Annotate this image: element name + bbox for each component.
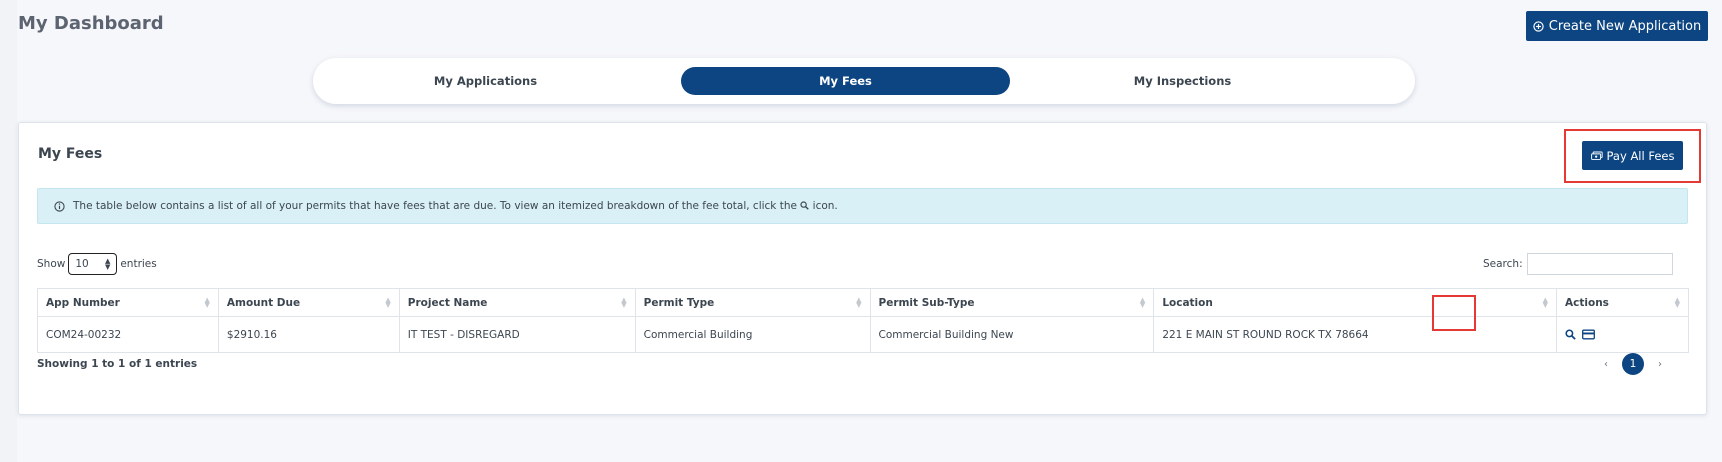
tab-my-fees[interactable]: My Fees [681, 67, 1010, 95]
sort-icon: ▲ ▼ [621, 296, 627, 309]
dashboard-tabs: My Applications My Fees My Inspections [313, 58, 1415, 104]
pay-all-fees-button[interactable]: Pay All Fees [1582, 141, 1683, 170]
create-button-label: Create New Application [1548, 18, 1702, 34]
search-input[interactable] [1526, 253, 1673, 275]
money-icon [1590, 151, 1603, 160]
create-new-application-button[interactable]: Create New Application [1526, 11, 1708, 41]
left-strip [0, 0, 17, 462]
page-button-1[interactable]: 1 [1622, 353, 1644, 375]
col-label: App Number [46, 296, 120, 309]
next-page-button[interactable]: › [1658, 359, 1662, 370]
col-permit-type[interactable]: Permit Type ▲ ▼ [634, 288, 871, 317]
cell-location: 221 E MAIN ST ROUND ROCK TX 78664 [1153, 316, 1558, 353]
credit-card-icon[interactable] [1582, 329, 1596, 340]
table-search: Search: [1483, 253, 1673, 275]
col-label: Amount Due [226, 296, 301, 309]
table-row: COM24-00232 $2910.16 IT TEST - DISREGARD… [37, 316, 1689, 353]
col-project-name[interactable]: Project Name ▲ ▼ [398, 288, 636, 317]
cell-permit-subtype: Commercial Building New [869, 316, 1155, 353]
page-length-value: 10 [75, 258, 89, 270]
col-actions[interactable]: Actions ▲ ▼ [1556, 288, 1689, 317]
sort-icon: ▲ ▼ [1674, 296, 1680, 309]
cell-permit-type: Commercial Building [634, 316, 871, 353]
page-title: My Dashboard [18, 13, 164, 34]
table-info: Showing 1 to 1 of 1 entries [37, 358, 198, 370]
table-header-row: App Number ▲ ▼ Amount Due ▲ ▼ Project Name ▲ ▼… [37, 288, 1689, 317]
cell-project-name: IT TEST - DISREGARD [398, 316, 636, 353]
page-length-control: Show 10 ▲ ▼ entries [37, 253, 157, 275]
fees-table: App Number ▲ ▼ Amount Due ▲ ▼ Project Name ▲ ▼… [37, 288, 1689, 353]
info-alert: The table below contains a list of all o… [37, 188, 1688, 224]
search-icon[interactable] [1565, 329, 1576, 340]
page: My Dashboard Create New Application My A… [0, 0, 1722, 462]
col-label: Permit Sub-Type [878, 296, 975, 309]
show-label: Show [37, 258, 66, 270]
info-text: The table below contains a list of all o… [73, 200, 838, 212]
sort-icon: ▲ ▼ [1139, 296, 1146, 309]
info-circle-icon [54, 200, 65, 212]
info-text-before: The table below contains a list of all o… [73, 200, 797, 212]
pagination: ‹ 1 › [1604, 353, 1662, 375]
sort-icon: ▲ ▼ [856, 296, 862, 309]
pay-all-label: Pay All Fees [1606, 148, 1675, 163]
sort-icon: ▲ ▼ [204, 296, 210, 309]
cell-app-number: COM24-00232 [37, 316, 219, 353]
col-amount-due[interactable]: Amount Due ▲ ▼ [217, 288, 400, 317]
col-permit-subtype[interactable]: Permit Sub-Type ▲ ▼ [869, 288, 1155, 317]
tab-my-applications[interactable]: My Applications [313, 67, 658, 95]
col-label: Project Name [407, 296, 488, 309]
cell-actions [1556, 316, 1689, 353]
search-label: Search: [1483, 258, 1523, 270]
search-icon [800, 201, 810, 210]
my-fees-card: My Fees Pay All Fees The table below con… [18, 122, 1707, 415]
col-label: Actions [1565, 296, 1609, 309]
sort-icon: ▲ ▼ [385, 296, 391, 309]
entries-label: entries [120, 258, 157, 270]
col-label: Permit Type [643, 296, 715, 309]
cell-amount-due: $2910.16 [217, 316, 400, 353]
card-title: My Fees [38, 146, 103, 162]
col-app-number[interactable]: App Number ▲ ▼ [37, 288, 219, 317]
col-location[interactable]: Location ▲ ▼ [1153, 288, 1558, 317]
plus-circle-icon [1533, 20, 1544, 32]
prev-page-button[interactable]: ‹ [1604, 359, 1608, 370]
tab-my-inspections[interactable]: My Inspections [1010, 67, 1355, 95]
sort-icon: ▲ ▼ [1542, 296, 1549, 309]
info-text-after: icon. [812, 200, 838, 212]
select-arrows-icon: ▲ ▼ [104, 257, 111, 271]
col-label: Location [1162, 296, 1213, 309]
page-length-select[interactable]: 10 ▲ ▼ [68, 253, 118, 275]
